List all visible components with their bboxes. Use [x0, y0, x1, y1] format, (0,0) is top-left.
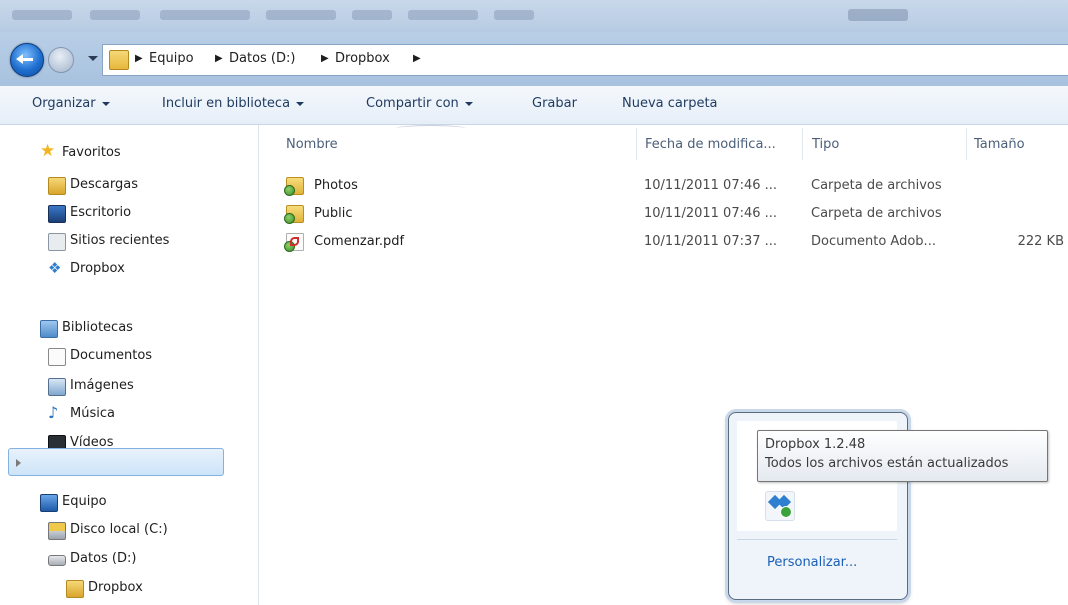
- pdf-file-icon: [284, 233, 304, 252]
- column-divider[interactable]: [966, 128, 967, 160]
- nav-item-label: Escritorio: [70, 205, 132, 220]
- file-modified: 10/11/2011 07:46 ...: [644, 206, 778, 221]
- dropbox-tooltip: Dropbox 1.2.48 Todos los archivos están …: [757, 430, 1048, 482]
- blurred-menu-item: [12, 10, 72, 20]
- music-note-icon: ♪: [48, 403, 59, 422]
- include-library-label: Incluir en biblioteca: [162, 96, 291, 111]
- customize-link[interactable]: Personalizar...: [767, 555, 857, 570]
- column-divider[interactable]: [802, 128, 803, 160]
- star-icon: ★: [40, 141, 56, 161]
- file-name: Comenzar.pdf: [314, 234, 405, 249]
- blurred-menu-item: [266, 10, 336, 20]
- libraries-icon: [40, 320, 58, 338]
- synced-check-icon: [780, 506, 792, 518]
- blurred-menu-item: [352, 10, 392, 20]
- burn-button[interactable]: Grabar: [532, 96, 577, 111]
- file-type: Documento Adob...: [811, 234, 936, 249]
- sync-badge-icon: [284, 213, 295, 224]
- computer-icon: [40, 494, 58, 512]
- sort-indicator-icon: [396, 125, 466, 132]
- file-size: 222 KB: [1017, 234, 1064, 249]
- new-folder-button[interactable]: Nueva carpeta: [622, 96, 718, 111]
- synced-folder-icon: [284, 205, 304, 224]
- blurred-menu-item: [90, 10, 140, 20]
- file-name: Public: [314, 206, 353, 221]
- sync-badge-icon: [284, 185, 295, 196]
- file-row[interactable]: Comenzar.pdf 10/11/2011 07:37 ... Docume…: [282, 230, 1068, 254]
- downloads-folder-icon: [48, 177, 66, 195]
- breadcrumb-dropbox[interactable]: Dropbox: [335, 51, 390, 66]
- column-header-size[interactable]: Tamaño: [974, 137, 1025, 152]
- system-drive-icon: [48, 522, 66, 540]
- pictures-icon: [48, 378, 66, 396]
- nav-libraries-label: Bibliotecas: [62, 320, 133, 335]
- synced-folder-icon: [284, 177, 304, 196]
- tooltip-status: Todos los archivos están actualizados: [765, 456, 1009, 471]
- breadcrumb-arrow-icon[interactable]: ▶: [215, 53, 223, 64]
- address-bar[interactable]: ▶ Equipo ▶ Datos (D:) ▶ Dropbox ▶: [102, 44, 1068, 76]
- nav-item-dropbox-selected[interactable]: [8, 448, 224, 476]
- blurred-menu-item: [408, 10, 478, 20]
- chevron-down-icon: [464, 101, 473, 106]
- breadcrumb-arrow-icon[interactable]: ▶: [321, 53, 329, 64]
- desktop-icon: [48, 205, 66, 223]
- nav-item-label: Documentos: [70, 348, 153, 363]
- nav-item-label: Música: [70, 406, 115, 421]
- recent-places-icon: [48, 233, 66, 251]
- organize-label: Organizar: [32, 96, 96, 111]
- file-type: Carpeta de archivos: [811, 178, 942, 193]
- expand-arrow-icon[interactable]: [16, 459, 21, 467]
- folder-icon: [109, 50, 129, 70]
- nav-item-label: Sitios recientes: [70, 233, 170, 248]
- file-modified: 10/11/2011 07:37 ...: [644, 234, 778, 249]
- blurred-menu-item: [494, 10, 534, 20]
- column-header-modified[interactable]: Fecha de modifica...: [645, 137, 776, 152]
- breadcrumb-datos[interactable]: Datos (D:): [229, 51, 295, 66]
- file-name: Photos: [314, 178, 358, 193]
- file-type: Carpeta de archivos: [811, 206, 942, 221]
- dropbox-icon: ❖: [48, 259, 62, 277]
- documents-icon: [48, 348, 66, 366]
- nav-item-label: Descargas: [70, 177, 139, 192]
- nav-item-label: Disco local (C:): [70, 522, 168, 537]
- chevron-down-icon: [296, 101, 305, 106]
- breadcrumb-equipo[interactable]: Equipo: [149, 51, 194, 66]
- nav-computer-label: Equipo: [62, 494, 107, 509]
- command-toolbar: Organizar Incluir en biblioteca Comparti…: [0, 86, 1068, 125]
- include-library-button[interactable]: Incluir en biblioteca: [162, 96, 305, 111]
- tooltip-title: Dropbox 1.2.48: [765, 437, 866, 452]
- share-with-button[interactable]: Compartir con: [366, 96, 473, 111]
- nav-item-label: Dropbox: [70, 261, 125, 276]
- nav-item-label: Imágenes: [70, 378, 134, 393]
- chevron-down-icon: [101, 101, 110, 106]
- dropbox-tray-icon[interactable]: [765, 491, 795, 521]
- divider: [737, 539, 897, 540]
- drive-icon: [48, 555, 66, 566]
- column-header-name[interactable]: Nombre: [286, 137, 338, 152]
- forward-arrow-icon[interactable]: [48, 47, 74, 73]
- file-row[interactable]: Photos 10/11/2011 07:46 ... Carpeta de a…: [282, 174, 1068, 198]
- breadcrumb-arrow-icon[interactable]: ▶: [135, 53, 143, 64]
- share-with-label: Compartir con: [366, 96, 459, 111]
- file-modified: 10/11/2011 07:46 ...: [644, 178, 778, 193]
- organize-button[interactable]: Organizar: [32, 96, 110, 111]
- blurred-window-title: [848, 9, 908, 21]
- file-row[interactable]: Public 10/11/2011 07:46 ... Carpeta de a…: [282, 202, 1068, 226]
- nav-item-label: Datos (D:): [70, 551, 137, 566]
- back-arrow-icon[interactable]: [10, 43, 44, 77]
- synced-folder-icon: [66, 580, 84, 598]
- window-title-bar: [0, 0, 1068, 32]
- history-dropdown-icon[interactable]: [88, 56, 98, 61]
- navigation-row: ▶ Equipo ▶ Datos (D:) ▶ Dropbox ▶: [0, 32, 1068, 86]
- sync-badge-icon: [284, 241, 295, 252]
- breadcrumb-arrow-icon[interactable]: ▶: [413, 53, 421, 64]
- column-header-type[interactable]: Tipo: [812, 137, 839, 152]
- nav-favorites-label: Favoritos: [62, 145, 121, 160]
- nav-item-label: Dropbox: [88, 580, 143, 595]
- blurred-menu-item: [160, 10, 250, 20]
- column-divider[interactable]: [636, 128, 637, 160]
